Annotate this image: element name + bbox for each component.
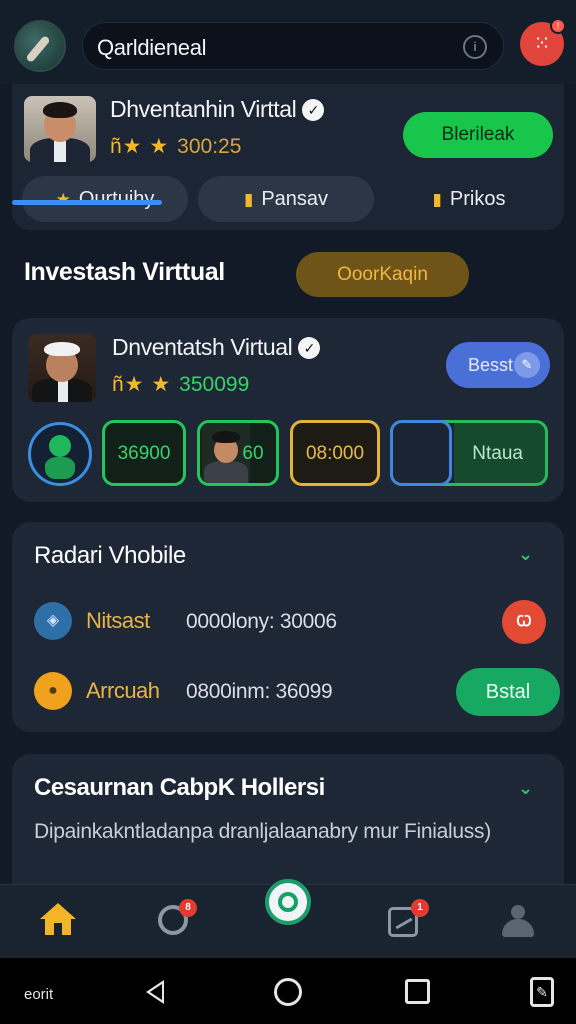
home-icon [39,903,76,937]
nav-profile[interactable] [460,885,575,959]
recent-apps-icon[interactable] [405,979,430,1004]
tab-1[interactable]: ★Ourtuihy [22,176,188,222]
coin-icon: ● [34,672,72,710]
investment-card: Dnventatsh Virtual ✓ ñ★ ★ 350099 Besst ✎ 3… [12,318,564,502]
profile-rating: ñ★ ★ 300:25 [110,134,241,159]
star-icons: ñ★ ★ [112,373,172,396]
investment-name-text: Dnventatsh Virtual [112,334,293,360]
row-action-button[interactable]: Ꞷ [502,600,546,644]
avatar-image [25,34,51,64]
rating-value: 300:25 [177,135,242,158]
stat-box-4-inner [390,420,452,486]
stat-box-2[interactable]: 60 [197,420,279,486]
list-item-label: Nitsast [86,608,150,633]
chevron-down-icon[interactable]: ⌄ [518,544,533,565]
stat-box-1[interactable]: 36900 [102,420,186,486]
profile-icon [500,905,536,937]
stat-box-4[interactable]: Ntaua [390,420,548,486]
mobile-card-title: Radari Vhobile [34,542,186,569]
list-item-value: 0800inm: 36099 [186,680,333,703]
user-avatar[interactable] [14,20,66,72]
star-icons: ñ★ ★ [110,135,170,158]
profile-photo [24,96,96,162]
install-button[interactable]: Bstal [456,668,560,716]
investment-name: Dnventatsh Virtual ✓ [112,334,321,361]
home-button-icon[interactable] [274,978,302,1006]
section-title: Investash Virttual [24,258,225,286]
info-card-title: Cesaurnan CabpK Hollersi [34,774,325,801]
active-tab-indicator [12,200,162,205]
nav-badge: 1 [411,899,429,917]
notification-badge: ! [550,18,566,34]
list-item-value: 0000lony: 30006 [186,610,337,633]
stat-box-3[interactable]: 08:000 [290,420,380,486]
list-item-label: Arrcuah [86,678,160,703]
verified-icon: ✓ [298,337,321,359]
battery-icon: ▮ [243,190,254,209]
tab-2-label: Pansav [261,188,329,210]
character-icon[interactable] [28,422,92,486]
nav-chart[interactable]: 1 [345,885,460,959]
center-action-icon [264,879,311,925]
tab-3[interactable]: ▮ Prikos [384,176,554,222]
tab-3-label: Prikos [449,188,506,210]
screenshot-icon[interactable]: ✎ [530,977,554,1007]
investment-photo [28,334,96,402]
nav-center-action[interactable] [230,879,345,959]
edit-icon: ✎ [514,352,540,378]
top-bar: Qarldieneal i ⁙ ! [0,0,576,84]
investment-rating: ñ★ ★ 350099 [112,372,249,397]
profile-name-text: Dhventanhin Virttal [110,96,297,122]
chevron-down-icon[interactable]: ⌄ [518,778,533,799]
search-input[interactable]: Qarldieneal [97,35,207,61]
profile-name: Dhventanhin Virttal ✓ [110,96,325,123]
tab-1-label: Ourtuihy [78,188,155,210]
list-item[interactable]: ● Arrcuah 0800inm: 36099 Bstal [34,668,560,716]
list-item[interactable]: ◈ Nitsast 0000lony: 30006 Ꞷ [34,600,550,644]
stat-box-4-label: Ntaua [472,443,523,464]
nav-settings[interactable]: 8 [115,885,230,959]
battery-icon: ▮ [432,190,442,209]
mobile-card: Radari Vhobile ⌄ ◈ Nitsast 0000lony: 300… [12,522,564,732]
investment-rating-value: 350099 [179,373,250,396]
verified-icon: ✓ [302,99,325,121]
back-icon[interactable] [146,980,164,1004]
best-button[interactable]: Besst ✎ [446,342,550,388]
notification-button[interactable]: ⁙ ! [520,18,566,66]
bottom-navigation: 8 1 [0,879,576,959]
shield-icon: ◈ [34,602,72,640]
system-navigation-bar: eorit ✎ [0,958,576,1024]
best-button-label: Besst [468,355,514,375]
info-icon[interactable]: i [463,35,487,59]
search-bar[interactable]: Qarldieneal i [82,22,504,70]
info-card: Cesaurnan CabpK Hollersi ⌄ Dipainkakntla… [12,754,564,884]
stat-box-2-value: 60 [242,443,264,464]
section-pill-button[interactable]: OoorKaqin [296,252,469,297]
nav-home[interactable] [0,885,115,959]
tab-2[interactable]: ▮ Pansav [198,176,374,222]
info-card-description: Dipainkakntladanpa dranljalaanabry mur F… [34,820,491,843]
status-text: eorit [24,986,54,1003]
dice-icon: ⁙ [533,33,551,55]
profile-action-button[interactable]: Blerileak [403,112,553,158]
nav-badge: 8 [179,899,197,917]
profile-card: Dhventanhin Virttal ✓ ñ★ ★ 300:25 Blerilea… [12,84,564,230]
